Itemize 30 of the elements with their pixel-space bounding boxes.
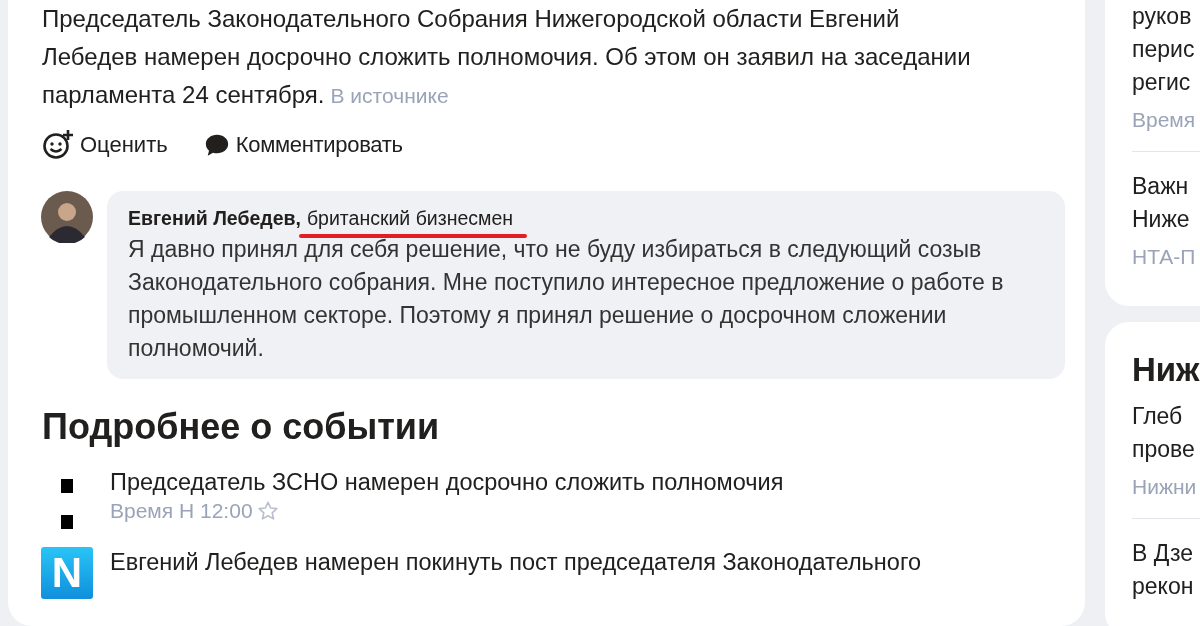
news-link[interactable]: регис bbox=[1132, 66, 1200, 99]
card-heading: Ниж bbox=[1132, 350, 1200, 390]
bullet-icon bbox=[61, 479, 73, 493]
news-link[interactable]: Глеб bbox=[1132, 400, 1200, 433]
smiley-plus-icon bbox=[42, 129, 74, 161]
section-heading: Подробнее о событии bbox=[42, 405, 440, 449]
comment-button[interactable]: Комментировать bbox=[203, 132, 403, 158]
news-source: Нижни bbox=[1132, 474, 1198, 500]
news-link[interactable]: Важн bbox=[1132, 170, 1200, 203]
source-logo: N bbox=[41, 547, 93, 599]
news-source: НТА-П bbox=[1132, 244, 1197, 270]
news-source: Время Н 12:00 bbox=[110, 499, 253, 523]
rate-button[interactable]: Оценить bbox=[42, 129, 168, 161]
news-link[interactable]: рекон bbox=[1132, 570, 1200, 603]
speech-bubble-icon bbox=[203, 132, 230, 158]
author-role: британский бизнесмен bbox=[306, 207, 514, 229]
star-icon[interactable] bbox=[256, 500, 279, 522]
news-link[interactable]: руков bbox=[1132, 0, 1200, 33]
news-link[interactable]: В Дзе bbox=[1132, 537, 1200, 570]
quote-text: Я давно принял для себя решение, что не буду избираться в следующий созыв Законодательного собрания. Мне поступило интересное предложение о работе в промышленном секторе. Поэтому я принял решение о досрочном сложении полномочий. bbox=[128, 235, 1005, 363]
news-link[interactable]: прове bbox=[1132, 433, 1200, 466]
news-link[interactable]: перис bbox=[1132, 33, 1200, 66]
quote-author: Евгений Лебедев, bbox=[128, 206, 301, 231]
avatar bbox=[41, 191, 93, 243]
news-link[interactable]: Председатель ЗСНО намерен досрочно сложить полномочия bbox=[110, 465, 1070, 499]
bullet-icon bbox=[61, 515, 73, 529]
news-link[interactable]: Ниже bbox=[1132, 203, 1200, 236]
news-source: Время bbox=[1132, 107, 1197, 133]
article-lead: Председатель Законодательного Собрания Нижегородской области Евгений Лебедев намерен досрочно сложить полномочия. Об этом он заявил на заседании парламента 24 сентября. В источнике bbox=[42, 4, 972, 110]
news-link[interactable]: Евгений Лебедев намерен покинуть пост председателя Законодательного bbox=[110, 545, 1070, 579]
